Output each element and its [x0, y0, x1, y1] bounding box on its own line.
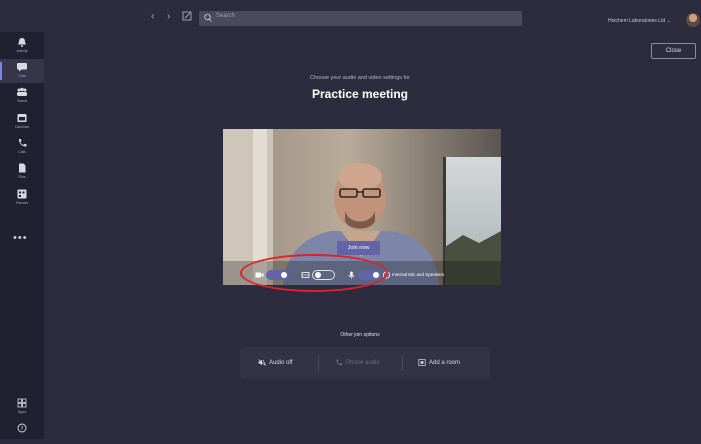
rail-item-teams[interactable]: Teams — [0, 84, 44, 108]
chevron-left-icon[interactable]: ‹ — [151, 11, 154, 23]
join-now-button[interactable]: Join now — [337, 241, 380, 255]
annotation-highlight-ellipse — [240, 254, 388, 292]
planner-icon — [17, 189, 27, 199]
search-icon — [204, 13, 212, 22]
org-name: Hoichem Laboratories Ltd — [608, 18, 666, 24]
svg-text:?: ? — [21, 426, 24, 432]
org-switcher[interactable]: Hoichem Laboratories Ltd ⌄ — [608, 18, 671, 24]
rail-item-planner[interactable]: Planner — [0, 186, 44, 210]
phone-audio-option: Phone audio — [335, 359, 380, 366]
chevron-right-icon[interactable]: › — [167, 11, 170, 23]
rail-item-help[interactable]: ? — [0, 420, 44, 444]
close-button[interactable]: Close — [651, 43, 696, 59]
rail-item-label: Calendar — [14, 125, 30, 129]
phone-icon — [18, 139, 27, 147]
other-join-options-bar: Audio off Phone audio Add a room — [240, 347, 490, 379]
add-room-label: Add a room — [429, 359, 461, 366]
audio-device-label[interactable]: Internal Mic and Speakers — [392, 272, 444, 277]
rail-item-calendar[interactable]: Calendar — [0, 110, 44, 134]
rail-item-apps[interactable]: Apps — [0, 395, 44, 419]
more-apps-icon[interactable]: ••• — [13, 232, 28, 244]
add-room-option[interactable]: Add a room — [418, 359, 460, 366]
phone-icon — [336, 359, 343, 366]
meeting-title: Practice meeting — [311, 87, 409, 101]
help-icon: ? — [17, 423, 27, 433]
rail-item-label: Files — [18, 175, 26, 179]
rail-item-label: Activity — [16, 49, 28, 53]
compose-icon[interactable] — [182, 11, 192, 21]
other-join-options-title: Other join options — [340, 332, 380, 338]
rail-item-calls[interactable]: Calls — [0, 135, 44, 159]
speaker-off-icon — [258, 359, 266, 366]
app-rail: Activity Chat Teams Calendar Calls Files… — [0, 32, 44, 439]
divider — [402, 355, 403, 371]
room-icon — [418, 359, 426, 366]
teams-icon — [17, 87, 27, 96]
search-input[interactable]: Search — [199, 11, 522, 26]
search-placeholder: Search — [216, 13, 236, 19]
bell-icon — [18, 38, 26, 47]
apps-icon — [17, 398, 27, 408]
calendar-icon — [17, 114, 27, 122]
meeting-subtitle: Choose your audio and video settings for — [310, 75, 410, 81]
audio-off-option[interactable]: Audio off — [258, 359, 293, 366]
avatar[interactable] — [686, 13, 700, 27]
top-bar: ‹ › Search Hoichem Laboratories Ltd ⌄ — [0, 0, 701, 32]
phone-audio-label: Phone audio — [346, 359, 380, 366]
rail-item-files[interactable]: Files — [0, 160, 44, 184]
rail-item-activity[interactable]: Activity — [0, 34, 44, 58]
rail-item-chat[interactable]: Chat — [0, 59, 44, 83]
chevron-down-icon: ⌄ — [666, 18, 671, 24]
rail-item-label: Teams — [16, 99, 28, 103]
file-icon — [19, 163, 26, 173]
rail-item-label: Chat — [18, 74, 26, 78]
rail-item-label: Apps — [18, 410, 26, 414]
rail-item-label: Calls — [18, 150, 26, 154]
audio-off-label: Audio off — [269, 359, 293, 366]
divider — [318, 355, 319, 371]
rail-item-label: Planner — [15, 201, 29, 205]
chat-icon — [17, 63, 27, 72]
